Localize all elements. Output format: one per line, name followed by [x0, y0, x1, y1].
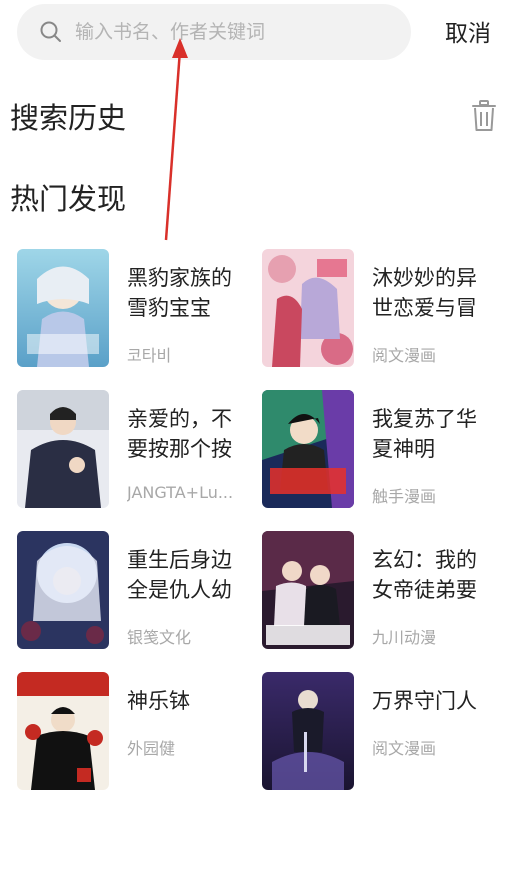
book-author: 九川动漫: [372, 628, 437, 647]
book-cover: [17, 249, 109, 367]
book-card[interactable]: 我复苏了华夏神明 触手漫画: [262, 390, 511, 512]
book-title: 神乐钵: [127, 689, 190, 713]
book-cover: [262, 249, 354, 367]
book-title: 万界守门人: [372, 689, 477, 713]
book-title: 黑豹家族的雪豹宝宝: [127, 266, 232, 320]
book-title: 重生后身边全是仇人幼: [127, 548, 232, 602]
book-cover: [17, 672, 109, 790]
book-cover: [262, 390, 354, 508]
book-author: 外园健: [127, 739, 176, 758]
book-author: JANGTA+Lu...: [127, 483, 234, 502]
book-author: 코타비: [127, 346, 172, 365]
book-card[interactable]: 玄幻：我的女帝徒弟要 九川动漫: [262, 531, 511, 653]
cancel-button[interactable]: 取消: [445, 14, 491, 48]
book-card[interactable]: 黑豹家族的雪豹宝宝 코타비: [17, 249, 267, 371]
hot-discovery-title: 热门发现: [10, 182, 127, 216]
book-title: 亲爱的，不要按那个按: [127, 407, 232, 461]
search-icon: [39, 20, 63, 44]
book-author: 阅文漫画: [372, 739, 437, 758]
book-author: 阅文漫画: [372, 346, 437, 365]
book-title: 沐妙妙的异世恋爱与冒: [372, 266, 477, 320]
search-bar[interactable]: [17, 4, 411, 60]
book-card[interactable]: 重生后身边全是仇人幼 银笺文化: [17, 531, 267, 653]
book-author: 银笺文化: [127, 628, 192, 647]
book-author: 触手漫画: [372, 487, 437, 506]
trash-icon[interactable]: [470, 100, 498, 132]
book-cover: [17, 390, 109, 508]
book-title: 我复苏了华夏神明: [372, 407, 477, 461]
book-cover: [17, 531, 109, 649]
book-card[interactable]: 神乐钵 外园健: [17, 672, 267, 794]
book-card[interactable]: 万界守门人 阅文漫画: [262, 672, 511, 794]
book-card[interactable]: 亲爱的，不要按那个按 JANGTA+Lu...: [17, 390, 267, 512]
book-cover: [262, 672, 354, 790]
search-input[interactable]: [75, 12, 411, 52]
book-cover: [262, 531, 354, 649]
book-title: 玄幻：我的女帝徒弟要: [372, 548, 477, 602]
book-card[interactable]: 沐妙妙的异世恋爱与冒 阅文漫画: [262, 249, 511, 371]
search-history-title: 搜索历史: [10, 101, 127, 135]
